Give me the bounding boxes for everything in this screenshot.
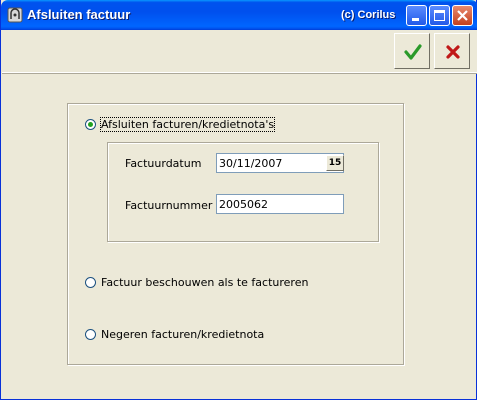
title-bar[interactable]: Afsluiten factuur (c) Corilus xyxy=(1,0,477,30)
close-button[interactable] xyxy=(452,5,473,26)
factuurdatum-field[interactable]: 30/11/2007 xyxy=(216,153,344,173)
calendar-button[interactable]: 15 xyxy=(326,155,344,171)
close-icon xyxy=(457,10,468,21)
maximize-button[interactable] xyxy=(429,5,450,26)
cancel-button[interactable] xyxy=(434,33,470,69)
maximize-icon xyxy=(434,10,445,21)
option-beschouwen-label[interactable]: Factuur beschouwen als te factureren xyxy=(101,276,308,289)
checkmark-icon xyxy=(404,44,422,60)
minimize-button[interactable] xyxy=(406,5,427,26)
factuurnummer-label: Factuurnummer xyxy=(125,199,213,212)
radio-beschouwen[interactable] xyxy=(85,277,96,288)
calendar-icon: 15 xyxy=(328,158,342,168)
factuurnummer-field[interactable]: 2005062 xyxy=(216,194,344,214)
copyright-text: (c) Corilus xyxy=(341,9,396,21)
factuurdatum-label: Factuurdatum xyxy=(125,157,202,170)
cross-icon xyxy=(446,45,460,59)
dialog-window: Afsluiten factuur (c) Corilus Afsluiten … xyxy=(0,0,477,400)
radio-afsluiten[interactable] xyxy=(85,119,96,130)
window-title: Afsluiten factuur xyxy=(27,7,131,22)
option-afsluiten-label[interactable]: Afsluiten facturen/kredietnota's xyxy=(99,117,276,132)
app-icon xyxy=(7,7,23,23)
toolbar xyxy=(2,30,477,73)
confirm-button[interactable] xyxy=(394,33,430,69)
radio-negeren[interactable] xyxy=(85,329,96,340)
minimize-icon xyxy=(412,18,419,21)
option-negeren-label[interactable]: Negeren facturen/kredietnota xyxy=(101,328,264,341)
